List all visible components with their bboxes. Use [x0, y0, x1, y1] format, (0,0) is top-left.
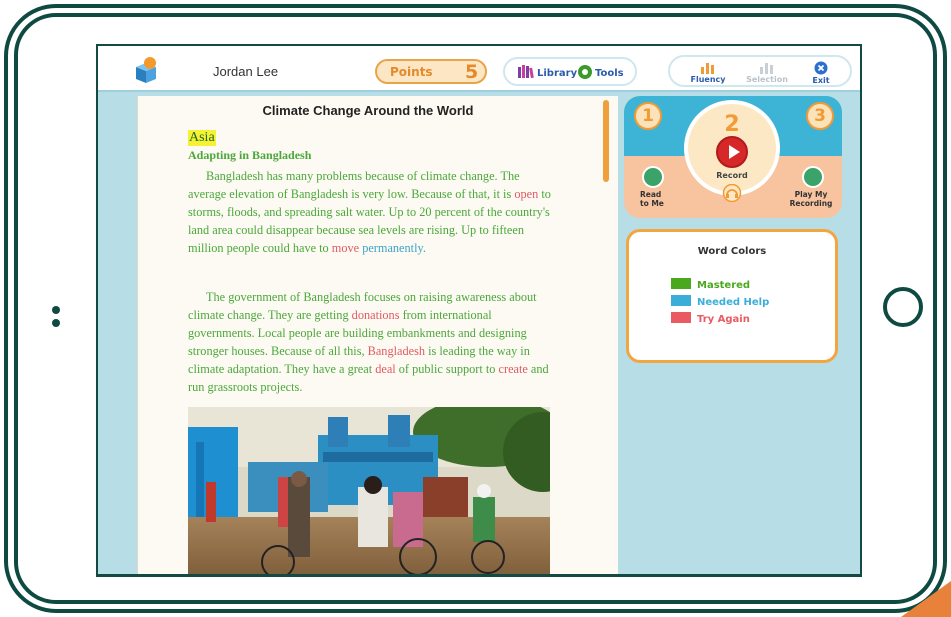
word-span[interactable]: open	[514, 187, 538, 201]
library-label: Library	[537, 68, 578, 79]
flood-photo	[188, 407, 550, 574]
paragraph-1: Bangladesh has many problems because of …	[188, 167, 558, 257]
tools-button[interactable]: Tools	[578, 65, 624, 79]
library-button[interactable]: Library	[518, 65, 577, 79]
paragraph-2: The government of Bangladesh focuses on …	[188, 288, 558, 396]
word-span[interactable]: Bangladesh	[368, 344, 425, 358]
mastered-swatch	[671, 278, 691, 289]
word-span[interactable]: move	[332, 241, 359, 255]
page-title: Climate Change Around the World	[262, 103, 474, 118]
read-to-me-button[interactable]	[642, 166, 664, 188]
report-pill: Fluency Selection Exit	[668, 55, 852, 87]
recording-controls: 1 3 2 Record Read to Me Play My Recording	[624, 96, 842, 218]
word-span[interactable]: donations	[352, 308, 400, 322]
legend-needed-help: Needed Help	[671, 295, 769, 308]
fluency-button[interactable]: Fluency	[688, 61, 728, 84]
legend-try-again: Try Again	[671, 312, 750, 325]
word-span[interactable]: Bangladesh has many problems because of …	[188, 169, 520, 201]
camera-dot-icon	[52, 306, 60, 314]
section-heading: Asia	[188, 130, 216, 146]
bar-chart-icon	[760, 63, 773, 74]
needed-help-swatch	[671, 295, 691, 306]
top-bar: Jordan Lee Points 5 Library Tools Fluenc…	[98, 46, 860, 92]
record-button[interactable]	[716, 136, 748, 168]
close-icon	[814, 61, 828, 75]
bar-chart-icon	[701, 63, 714, 74]
app-screen: Jordan Lee Points 5 Library Tools Fluenc…	[96, 44, 862, 577]
record-dial: 2 Record	[684, 100, 780, 196]
record-label: Record	[716, 171, 748, 180]
corner-accent	[901, 581, 951, 617]
points-value: 5	[465, 61, 479, 83]
legend-mastered: Mastered	[671, 278, 750, 291]
word-span[interactable]: permanently	[362, 241, 423, 255]
home-button[interactable]	[883, 287, 923, 327]
step-3-badge: 3	[806, 102, 834, 130]
word-span[interactable]: deal	[375, 362, 395, 376]
fluency-label: Fluency	[690, 75, 726, 84]
selection-label: Selection	[746, 75, 788, 84]
nav-pill: Library Tools	[503, 57, 637, 86]
points-counter: Points 5	[375, 59, 487, 84]
try-again-swatch	[671, 312, 691, 323]
headphones-icon	[722, 184, 742, 202]
sensor-dot-icon	[52, 319, 60, 327]
legend-title: Word Colors	[697, 246, 767, 257]
word-colors-legend: Word Colors Mastered Needed Help Try Aga…	[626, 229, 838, 363]
gear-icon	[578, 65, 592, 79]
reading-pane[interactable]: Climate Change Around the World Asia Ada…	[137, 96, 618, 574]
play-recording-button[interactable]	[802, 166, 824, 188]
scrollbar[interactable]	[603, 100, 609, 182]
word-span[interactable]: .	[423, 241, 426, 255]
points-label: Points	[390, 65, 433, 79]
read-to-me-label: Read to Me	[640, 190, 664, 208]
exit-button[interactable]: Exit	[806, 61, 836, 85]
exit-label: Exit	[812, 76, 830, 85]
play-recording-label: Play My Recording	[789, 190, 833, 208]
word-span[interactable]: of public support to	[396, 362, 499, 376]
tools-label: Tools	[595, 68, 624, 79]
app-logo-icon	[136, 57, 156, 83]
word-span[interactable]: create	[499, 362, 528, 376]
selection-button[interactable]: Selection	[744, 61, 790, 84]
user-name: Jordan Lee	[213, 64, 279, 79]
step-2-badge: 2	[724, 112, 740, 137]
subheading: Adapting in Bangladesh	[188, 148, 312, 162]
library-books-icon	[518, 65, 534, 78]
step-1-badge: 1	[634, 102, 662, 130]
